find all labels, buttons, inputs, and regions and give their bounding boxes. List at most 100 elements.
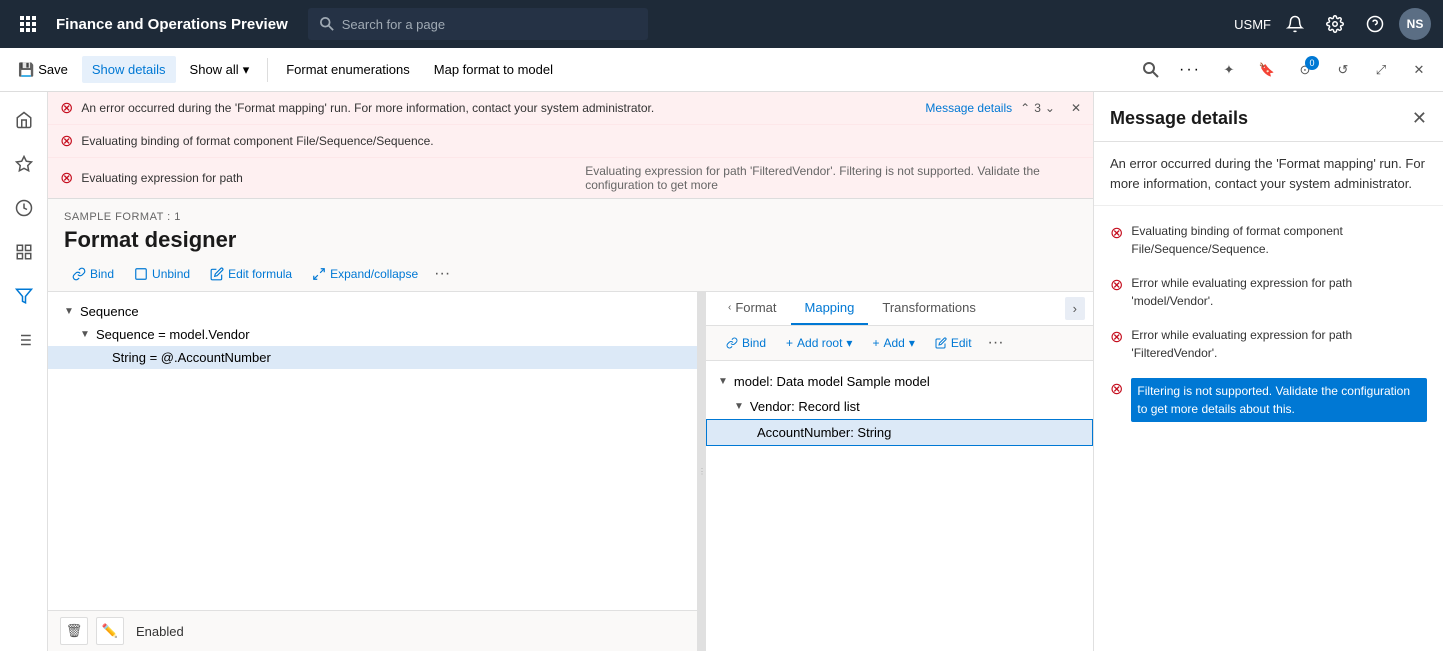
message-panel-close-button[interactable]: ✕ (1412, 108, 1427, 129)
toolbar-refresh-icon[interactable]: ↺ (1327, 54, 1359, 86)
search-placeholder: Search for a page (342, 17, 445, 32)
sidebar-list-icon[interactable] (4, 320, 44, 360)
error-row-3: ⊗ Evaluating expression for path Evaluat… (48, 158, 1093, 198)
nav-right-area: USMF NS (1234, 8, 1431, 40)
model-tree: ▼ model: Data model Sample model ▼ Vendo… (706, 361, 1093, 651)
toolbar-badge-icon[interactable]: ⊙ 0 (1289, 54, 1321, 86)
msg-error-icon-1: ⊗ (1110, 223, 1123, 243)
error-extra-text-3: Evaluating expression for path 'Filtered… (585, 164, 1081, 192)
edit-icon-btn[interactable]: ✏️ (96, 617, 124, 645)
toolbar-star-icon[interactable]: ✦ (1213, 54, 1245, 86)
panel-drag-handle[interactable]: ⋮ (698, 292, 706, 651)
error-text-2: Evaluating binding of format component F… (81, 134, 1081, 148)
error-text-3: Evaluating expression for path (81, 171, 577, 185)
add-chevron-icon: ▾ (909, 336, 915, 350)
model-node-root[interactable]: ▼ model: Data model Sample model (706, 369, 1093, 394)
tree-node-string[interactable]: String = @.AccountNumber (48, 346, 697, 369)
designer-sample-label: SAMPLE FORMAT : 1 (64, 211, 1077, 223)
msg-item-text-3: Error while evaluating expression for pa… (1131, 326, 1427, 362)
chevron-down-icon: ▾ (243, 62, 250, 78)
message-details-link[interactable]: Message details (925, 101, 1012, 115)
toolbar-more-button[interactable]: ··· (1173, 57, 1207, 83)
message-details-panel: Message details ✕ An error occurred duri… (1093, 92, 1443, 651)
error-area: ⊗ An error occurred during the 'Format m… (48, 92, 1093, 199)
designer-header: SAMPLE FORMAT : 1 Format designer (48, 199, 1093, 257)
format-panel: ▼ Sequence ▼ Sequence = model.Vendor Str… (48, 292, 698, 651)
designer-toolbar-more[interactable]: ··· (434, 265, 450, 283)
error-icon-1: ⊗ (60, 98, 73, 118)
tree-node-sequence[interactable]: ▼ Sequence (48, 300, 697, 323)
toolbar-expand-icon[interactable]: ⤢ (1365, 54, 1397, 86)
sidebar-recent-icon[interactable] (4, 188, 44, 228)
format-enumerations-button[interactable]: Format enumerations (276, 56, 420, 83)
sidebar-grid-icon[interactable] (4, 232, 44, 272)
toolbar-separator (267, 58, 268, 82)
search-box[interactable]: Search for a page (308, 8, 648, 40)
error-icon-3: ⊗ (60, 168, 73, 188)
status-label: Enabled (136, 624, 184, 639)
toolbar-close-icon[interactable]: ✕ (1403, 54, 1435, 86)
map-format-button[interactable]: Map format to model (424, 56, 563, 83)
delete-icon-btn[interactable]: 🗑 (60, 617, 88, 645)
msg-item-text-2: Error while evaluating expression for pa… (1131, 274, 1427, 310)
chevron-down-count-icon[interactable]: ⌄ (1045, 101, 1055, 115)
chevron-left-icon: ‹ (728, 302, 731, 313)
show-all-button[interactable]: Show all ▾ (180, 56, 260, 84)
error-row-1: ⊗ An error occurred during the 'Format m… (48, 92, 1093, 125)
msg-error-icon-4: ⊗ (1110, 379, 1123, 399)
mapping-add-button[interactable]: + Add ▾ (864, 332, 922, 354)
designer-title: Format designer (64, 227, 1077, 253)
msg-item-2: ⊗ Error while evaluating expression for … (1094, 266, 1443, 318)
msg-item-text-4: Filtering is not supported. Validate the… (1131, 378, 1427, 422)
error-nav-count: ⌃ 3 ⌄ (1020, 101, 1055, 115)
msg-error-icon-3: ⊗ (1110, 327, 1123, 347)
expand-collapse-button[interactable]: Expand/collapse (304, 263, 426, 285)
msg-item-3: ⊗ Error while evaluating expression for … (1094, 318, 1443, 370)
mapping-bind-button[interactable]: Bind (718, 332, 774, 354)
mapping-toolbar: Bind + Add root ▾ + Add ▾ Edit (706, 326, 1093, 361)
app-title: Finance and Operations Preview (56, 16, 288, 33)
environment-label: USMF (1234, 17, 1271, 32)
toolbar-bookmark-icon[interactable]: 🔖 (1251, 54, 1283, 86)
settings-icon[interactable] (1319, 8, 1351, 40)
tab-transformations[interactable]: Transformations (868, 292, 989, 325)
tree-arrow-vendor: ▼ (80, 329, 90, 340)
sidebar-home-icon[interactable] (4, 100, 44, 140)
bind-button[interactable]: Bind (64, 263, 122, 285)
save-button[interactable]: 💾 Save (8, 56, 78, 84)
msg-item-4: ⊗ Filtering is not supported. Validate t… (1094, 370, 1443, 430)
tab-format[interactable]: ‹ Format (714, 292, 791, 325)
help-icon[interactable] (1359, 8, 1391, 40)
chevron-up-icon[interactable]: ⌃ (1020, 101, 1030, 115)
mapping-add-root-button[interactable]: + Add root ▾ (778, 332, 860, 354)
format-tree: ▼ Sequence ▼ Sequence = model.Vendor Str… (48, 292, 697, 610)
edit-formula-button[interactable]: Edit formula (202, 263, 300, 285)
two-panel: ▼ Sequence ▼ Sequence = model.Vendor Str… (48, 292, 1093, 651)
tab-next-button[interactable]: › (1065, 297, 1085, 320)
tree-arrow-sequence: ▼ (64, 306, 74, 317)
search-toolbar-icon[interactable] (1135, 54, 1167, 86)
model-node-accountnumber[interactable]: AccountNumber: String (706, 419, 1093, 446)
show-details-button[interactable]: Show details (82, 56, 176, 83)
mapping-toolbar-more[interactable]: ··· (988, 334, 1004, 352)
tab-mapping[interactable]: Mapping (791, 292, 869, 325)
unbind-button[interactable]: Unbind (126, 263, 198, 285)
notification-bell-icon[interactable] (1279, 8, 1311, 40)
save-icon: 💾 (18, 62, 34, 78)
error-icon-2: ⊗ (60, 131, 73, 151)
tree-node-vendor[interactable]: ▼ Sequence = model.Vendor (48, 323, 697, 346)
main-toolbar: 💾 Save Show details Show all ▾ Format en… (0, 48, 1443, 92)
error-dismiss-1[interactable]: ✕ (1071, 101, 1081, 115)
add-root-chevron-icon: ▾ (846, 336, 852, 350)
mapping-edit-button[interactable]: Edit (927, 332, 980, 354)
user-avatar[interactable]: NS (1399, 8, 1431, 40)
tree-expand-vendor: ▼ (734, 401, 744, 412)
grid-menu-icon[interactable] (12, 8, 44, 40)
model-node-vendor[interactable]: ▼ Vendor: Record list (706, 394, 1093, 419)
error-row-2: ⊗ Evaluating binding of format component… (48, 125, 1093, 158)
sidebar-filter-icon[interactable] (4, 276, 44, 316)
message-panel-intro: An error occurred during the 'Format map… (1094, 142, 1443, 206)
left-sidebar (0, 92, 48, 651)
top-nav: Finance and Operations Preview Search fo… (0, 0, 1443, 48)
sidebar-star-icon[interactable] (4, 144, 44, 184)
